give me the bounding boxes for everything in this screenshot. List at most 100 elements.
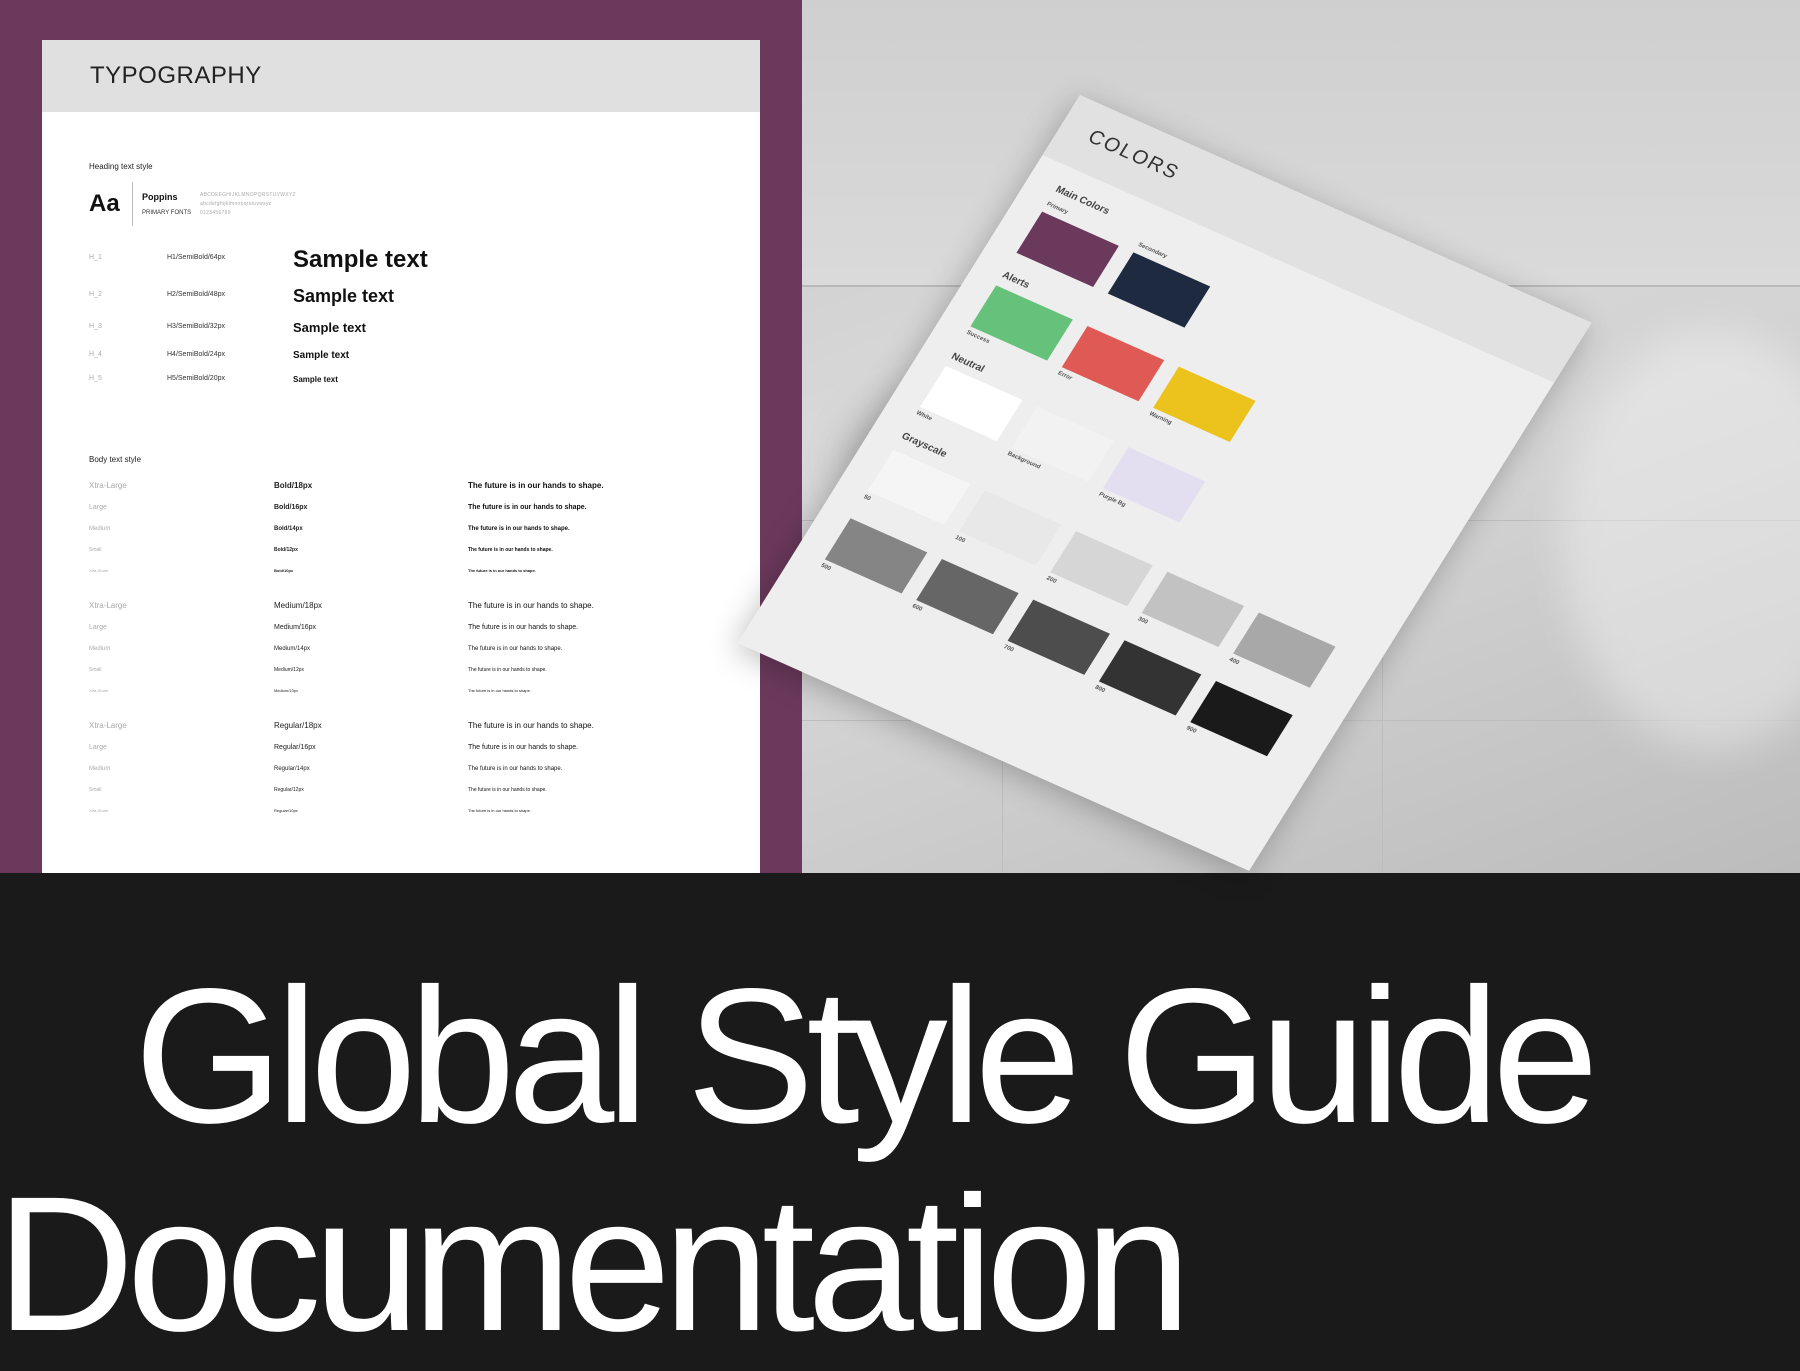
heading-key: H_4 bbox=[89, 351, 102, 358]
grayscale-step-label: 600 bbox=[910, 603, 924, 613]
grayscale-swatch bbox=[824, 518, 928, 594]
heading-spec: H3/SemiBold/32px bbox=[167, 323, 225, 330]
heading-key: H_5 bbox=[89, 375, 102, 382]
body-spec: Medium/10px bbox=[274, 688, 299, 693]
body-size: Xtra-Large bbox=[89, 601, 127, 610]
body-spec: Regular/18px bbox=[274, 721, 322, 730]
alphabet-upper: ABCDEFGHIJKLMNOPQRSTUVWXYZ bbox=[200, 192, 296, 198]
body-spec: Bold/18px bbox=[274, 481, 313, 490]
body-spec: Bold/14px bbox=[274, 526, 303, 532]
grayscale-swatch bbox=[1007, 599, 1110, 675]
body-size: Medium bbox=[89, 526, 111, 532]
body-spec: Bold/10px bbox=[274, 568, 294, 573]
body-spec: Regular/14px bbox=[274, 766, 310, 772]
font-kind: PRIMARY FONTS bbox=[142, 210, 192, 216]
body-sample: The future is in our hands to shape. bbox=[468, 744, 579, 751]
body-sample: The future is in our hands to shape. bbox=[468, 721, 594, 730]
grayscale-swatch bbox=[1141, 571, 1245, 648]
font-divider bbox=[132, 182, 133, 226]
body-size: Large bbox=[89, 624, 107, 631]
heading-key: H_3 bbox=[89, 323, 102, 330]
heading-sample: Sample text bbox=[293, 320, 366, 335]
body-sample: The future is in our hands to shape. bbox=[468, 766, 563, 772]
body-size: Medium bbox=[89, 766, 111, 772]
body-sample: The future is in our hands to shape. bbox=[468, 787, 547, 793]
heading-spec: H1/SemiBold/64px bbox=[167, 254, 225, 261]
body-sample: The future is in our hands to shape. bbox=[468, 526, 570, 532]
body-size: Medium bbox=[89, 646, 111, 652]
body-spec: Medium/14px bbox=[274, 646, 311, 652]
heading-sample: Sample text bbox=[293, 375, 338, 384]
body-size: Small bbox=[89, 667, 102, 673]
background-swatch bbox=[1011, 406, 1114, 482]
body-size: Xtra-Small bbox=[89, 808, 108, 813]
heading-spec: H5/SemiBold/20px bbox=[167, 375, 225, 382]
light-patch bbox=[1562, 330, 1800, 750]
heading-spec: H2/SemiBold/48px bbox=[167, 291, 225, 298]
body-spec: Medium/16px bbox=[274, 624, 317, 631]
body-size: Large bbox=[89, 504, 107, 511]
body-sample: The future is in our hands to shape. bbox=[468, 688, 531, 693]
body-spec: Medium/12px bbox=[274, 667, 305, 673]
body-sample: The future is in our hands to shape. bbox=[468, 481, 604, 490]
grayscale-step-label: 300 bbox=[1136, 616, 1149, 626]
typography-title: TYPOGRAPHY bbox=[90, 62, 262, 89]
body-sample: The future is in our hands to shape. bbox=[468, 601, 594, 610]
body-spec: Bold/16px bbox=[274, 504, 308, 511]
heading-key: H_2 bbox=[89, 291, 102, 298]
body-sample: The future is in our hands to shape. bbox=[468, 547, 553, 553]
grayscale-swatch bbox=[867, 449, 971, 526]
digits: 0123456789 bbox=[200, 210, 231, 216]
body-sample: The future is in our hands to shape. bbox=[468, 646, 563, 652]
body-spec: Regular/16px bbox=[274, 744, 316, 751]
grayscale-swatch bbox=[1098, 640, 1202, 716]
warning-swatch bbox=[1153, 366, 1256, 442]
body-size: Xtra-Small bbox=[89, 688, 108, 693]
grayscale-swatch bbox=[1050, 531, 1153, 607]
body-spec: Bold/12px bbox=[274, 547, 298, 553]
error-label: Error bbox=[1056, 370, 1074, 382]
purple-bg-swatch bbox=[1102, 447, 1206, 523]
body-spec: Regular/12px bbox=[274, 787, 304, 793]
grayscale-swatch bbox=[959, 490, 1062, 566]
alphabet-lower: abcdefghijklmnopqrstuvwxyz bbox=[200, 201, 272, 207]
body-spec: Medium/18px bbox=[274, 601, 323, 610]
body-sample: The future is in our hands to shape. bbox=[468, 624, 579, 631]
heading-sample: Sample text bbox=[293, 246, 428, 273]
typography-sheet: TYPOGRAPHY Heading text style Aa Poppins… bbox=[42, 40, 760, 873]
body-size: Small bbox=[89, 787, 102, 793]
body-size: Xtra-Large bbox=[89, 721, 127, 730]
body-size: Large bbox=[89, 744, 107, 751]
body-size: Xtra-Small bbox=[89, 568, 108, 573]
body-sample: The future is in our hands to shape. bbox=[468, 504, 587, 511]
grayscale-swatch bbox=[916, 558, 1019, 635]
sheet-header: TYPOGRAPHY bbox=[42, 40, 760, 112]
secondary-swatch bbox=[1107, 252, 1211, 328]
grayscale-step-label: 200 bbox=[1045, 575, 1058, 585]
primary-swatch bbox=[1016, 211, 1119, 287]
heading-sample: Sample text bbox=[293, 286, 395, 306]
font-name: Poppins bbox=[142, 192, 178, 202]
primary-label: Primary bbox=[1045, 201, 1069, 216]
colors-title: COLORS bbox=[1083, 126, 1184, 185]
body-size: Xtra-Large bbox=[89, 481, 127, 490]
body-style-label: Body text style bbox=[89, 455, 142, 464]
typography-panel: TYPOGRAPHY Heading text style Aa Poppins… bbox=[0, 0, 802, 873]
body-size: Small bbox=[89, 547, 102, 553]
grayscale-swatch bbox=[1233, 612, 1336, 688]
grayscale-swatch bbox=[1190, 680, 1293, 757]
body-spec: Regular/10px bbox=[274, 808, 298, 813]
grayscale-step-label: 900 bbox=[1184, 725, 1198, 735]
body-sample: The future is in our hands to shape. bbox=[468, 667, 547, 673]
alerts-label: Alerts bbox=[999, 269, 1032, 291]
error-swatch bbox=[1061, 326, 1165, 402]
font-sample-aa: Aa bbox=[89, 190, 120, 217]
grayscale-step-label: 700 bbox=[1002, 644, 1015, 654]
white-swatch bbox=[920, 365, 1023, 442]
heading-spec: H4/SemiBold/24px bbox=[167, 351, 225, 358]
white-label: White bbox=[914, 410, 933, 423]
body-sample: The future is in our hands to shape. bbox=[468, 808, 531, 813]
grayscale-step-label: 500 bbox=[819, 562, 832, 573]
grayscale-step-label: 100 bbox=[953, 534, 967, 545]
grayscale-step-label: 800 bbox=[1093, 684, 1106, 695]
